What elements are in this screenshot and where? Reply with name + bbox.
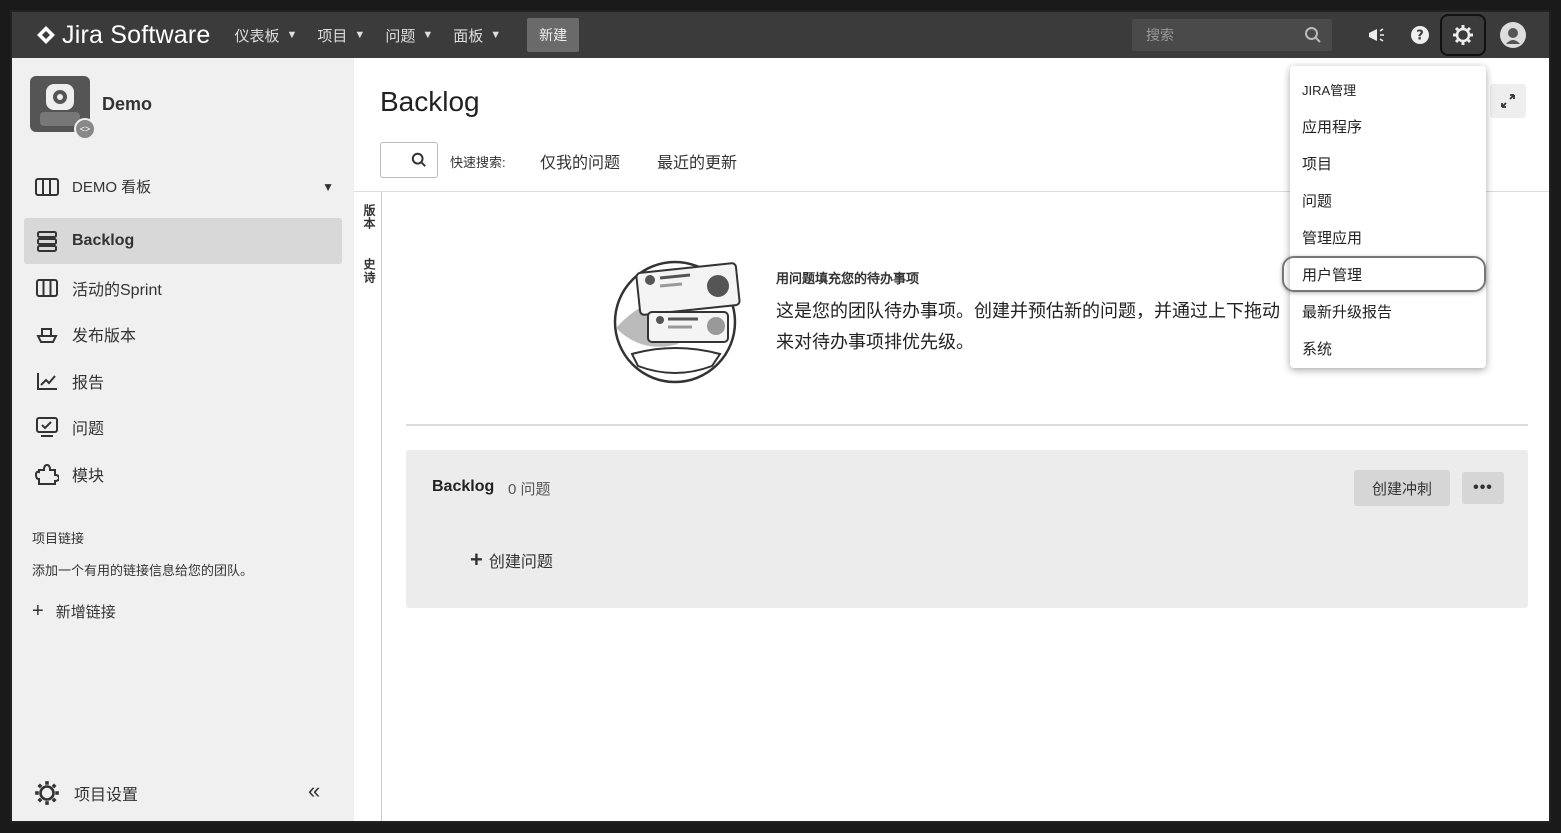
project-name: Demo [102, 93, 153, 114]
menu-item-applications[interactable]: 应用程序 [1302, 116, 1362, 137]
board-icon [34, 278, 60, 298]
nav-issues-label: 问题 [385, 27, 416, 45]
issues-icon [34, 416, 60, 438]
quick-search-input[interactable] [380, 142, 438, 178]
project-links-title: 项目链接 [32, 531, 85, 546]
backlog-section-title: Backlog [432, 478, 495, 495]
menu-item-user-management[interactable]: 用户管理 [1302, 264, 1362, 285]
menu-item-system[interactable]: 系统 [1302, 338, 1332, 359]
app-window: Jira Software 仪表板 ▼ 项目 ▼ 问题 ▼ 面板 ▼ 新建 ? [10, 10, 1551, 823]
tab-versions[interactable]: 版本 [361, 204, 378, 230]
jira-logo[interactable]: Jira Software [36, 21, 211, 50]
search-box [1132, 19, 1332, 51]
sidebar-item-backlog[interactable]: Backlog [24, 218, 342, 264]
chevron-down-icon: ▼ [286, 29, 298, 41]
nav-boards-label: 面板 [453, 27, 484, 45]
sidebar-item-components[interactable]: 模块 [24, 451, 342, 497]
menu-item-upgrade-report[interactable]: 最新升级报告 [1302, 301, 1392, 322]
board-icon [35, 177, 59, 196]
nav-dashboards[interactable]: 仪表板 ▼ [235, 25, 298, 46]
sidebar-item-label: 报告 [72, 375, 105, 392]
search-icon[interactable] [1304, 26, 1322, 44]
menu-item-issues[interactable]: 问题 [1302, 190, 1332, 211]
top-navigation-bar: Jira Software 仪表板 ▼ 项目 ▼ 问题 ▼ 面板 ▼ 新建 ? [12, 12, 1549, 58]
menu-item-jira-admin: JIRA管理 [1302, 83, 1357, 98]
project-avatar: <> [30, 76, 96, 140]
chevron-down-icon: ▼ [354, 29, 366, 41]
search-icon [411, 152, 426, 167]
plus-icon: + [32, 600, 44, 622]
expand-button[interactable] [1490, 84, 1526, 118]
nav-projects-label: 项目 [317, 27, 348, 45]
tab-epics[interactable]: 史诗 [361, 258, 378, 284]
chevron-down-icon: ▼ [322, 179, 334, 194]
sidebar-item-label: 发布版本 [72, 328, 137, 345]
collapse-sidebar-button[interactable]: « [308, 778, 320, 804]
search-input[interactable] [1132, 27, 1292, 43]
admin-dropdown-menu: JIRA管理 应用程序 项目 问题 管理应用 用户管理 最新升级报告 系统 [1282, 66, 1486, 368]
project-settings-link[interactable]: 项目设置 [34, 780, 138, 806]
code-badge-icon: <> [74, 118, 96, 140]
project-links-description: 添加一个有用的链接信息给您的团队。 [32, 563, 254, 578]
create-issue-button[interactable]: + 创建问题 [470, 547, 553, 573]
board-selector-label: DEMO 看板 [72, 179, 152, 196]
chevron-down-icon: ▼ [422, 29, 434, 41]
backlog-issue-count: 0 问题 [508, 481, 551, 498]
brand-name: Jira Software [62, 20, 211, 49]
sidebar-item-releases[interactable]: 发布版本 [24, 311, 342, 357]
page-title: Backlog [380, 86, 480, 117]
nav-dashboards-label: 仪表板 [234, 27, 280, 45]
menu-item-projects[interactable]: 项目 [1302, 153, 1332, 174]
more-actions-button[interactable]: ••• [1462, 472, 1504, 504]
main-nav: 仪表板 ▼ 项目 ▼ 问题 ▼ 面板 ▼ 新建 [235, 18, 580, 52]
section-divider [406, 424, 1528, 426]
gear-icon [1453, 25, 1473, 45]
menu-item-manage-apps[interactable]: 管理应用 [1302, 227, 1362, 248]
board-selector[interactable]: DEMO 看板 ▼ [34, 176, 334, 197]
sidebar-item-label: 活动的Sprint [72, 282, 162, 299]
vertical-panel-tabs: 版本 史诗 [354, 192, 382, 821]
puzzle-icon [34, 462, 60, 486]
expand-icon [1501, 94, 1515, 108]
notifications-megaphone-icon[interactable] [1364, 23, 1388, 47]
add-link-label: 新增链接 [55, 604, 116, 621]
create-issue-label: 创建问题 [488, 554, 553, 571]
empty-backlog-illustration [613, 260, 741, 384]
ship-icon [34, 324, 60, 344]
sidebar-item-active-sprint[interactable]: 活动的Sprint [24, 265, 342, 311]
sidebar-item-label: 模块 [72, 468, 105, 485]
chart-icon [34, 371, 60, 391]
admin-settings-button[interactable] [1440, 14, 1486, 56]
sidebar-item-issues[interactable]: 问题 [24, 404, 342, 450]
user-avatar[interactable] [1500, 22, 1526, 48]
project-header[interactable]: <> Demo [30, 76, 153, 140]
add-link-button[interactable]: + 新增链接 [32, 600, 116, 623]
sidebar-item-label: 问题 [72, 421, 105, 438]
empty-state-title: 用问题填充您的待办事项 [776, 271, 920, 286]
quick-filter-my-issues[interactable]: 仅我的问题 [540, 149, 620, 173]
user-avatar-icon [1506, 28, 1520, 44]
project-settings-label: 项目设置 [74, 787, 139, 804]
plus-icon: + [470, 547, 483, 572]
chevron-down-icon: ▼ [490, 29, 502, 41]
backlog-icon [34, 230, 60, 252]
quick-filter-recent-updates[interactable]: 最近的更新 [657, 149, 737, 173]
backlog-section: Backlog 0 问题 创建冲刺 ••• + 创建问题 [406, 450, 1528, 608]
sidebar-item-reports[interactable]: 报告 [24, 358, 342, 404]
sidebar-item-label: Backlog [72, 232, 135, 249]
create-button[interactable]: 新建 [527, 18, 580, 52]
gear-icon [35, 781, 59, 805]
help-icon[interactable]: ? [1408, 23, 1432, 47]
quick-search-label: 快速搜索: [450, 155, 506, 170]
project-sidebar: <> Demo DEMO 看板 ▼ Backlog 活动的Sprint 发布版本… [12, 58, 354, 821]
empty-state-description: 这是您的团队待办事项。创建并预估新的问题，并通过上下拖动来对待办事项排优先级。 [776, 301, 1280, 352]
nav-projects[interactable]: 项目 ▼ [317, 25, 365, 46]
jira-diamond-icon [37, 26, 55, 44]
svg-text:?: ? [1416, 29, 1424, 44]
nav-issues[interactable]: 问题 ▼ [385, 25, 433, 46]
nav-boards[interactable]: 面板 ▼ [453, 25, 501, 46]
create-sprint-button[interactable]: 创建冲刺 [1354, 470, 1450, 506]
